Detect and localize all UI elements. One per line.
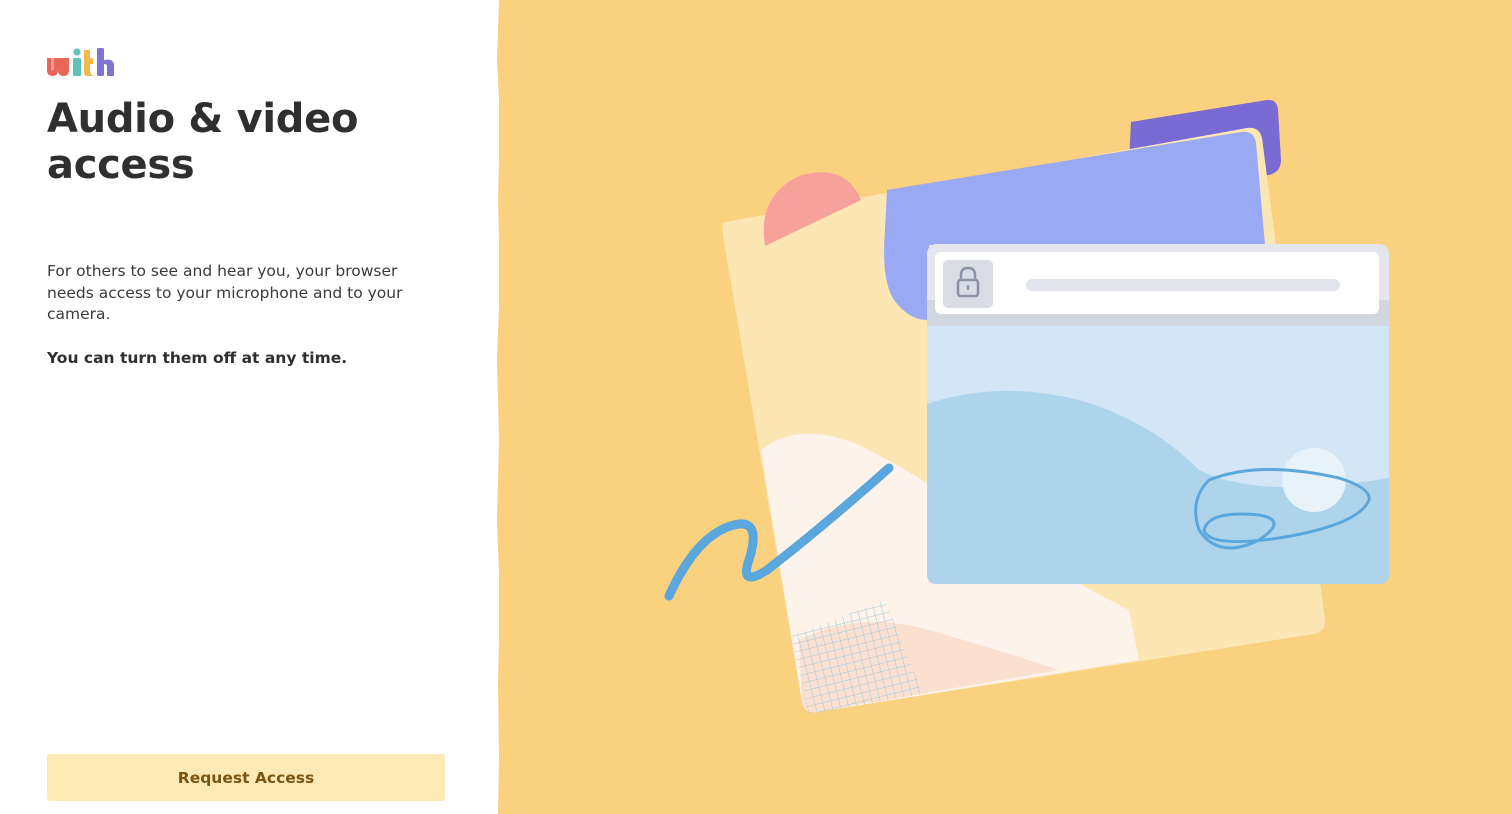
request-access-button[interactable]: Request Access	[47, 754, 445, 801]
page-title: Audio & video access	[47, 96, 359, 188]
with-logo	[47, 48, 114, 76]
description-text: For others to see and hear you, your bro…	[47, 262, 403, 323]
logo-mark	[47, 48, 114, 76]
lock-icon	[943, 260, 993, 308]
illustration-panel	[499, 0, 1512, 814]
page: Audio & video access For others to see a…	[0, 0, 1512, 814]
browser-window	[927, 244, 1389, 584]
note-text: You can turn them off at any time.	[47, 349, 348, 367]
torn-edge	[497, 0, 503, 814]
left-panel: Audio & video access For others to see a…	[0, 0, 499, 814]
permission-illustration	[664, 99, 1389, 714]
